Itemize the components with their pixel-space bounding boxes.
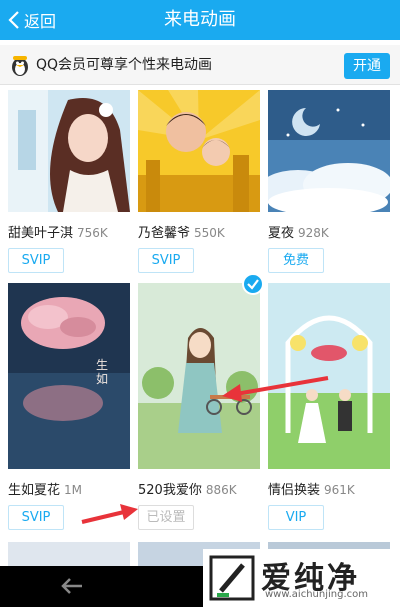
watermark-logo-icon <box>209 555 255 601</box>
watermark: 爱纯净 www.aichunjing.com <box>203 549 400 607</box>
nav-back-icon[interactable] <box>58 574 88 598</box>
arrow-to-thumbnail <box>222 376 329 402</box>
annotation-arrows <box>81 376 329 524</box>
watermark-url: www.aichunjing.com <box>265 589 368 600</box>
arrow-to-applied-badge <box>81 504 138 524</box>
